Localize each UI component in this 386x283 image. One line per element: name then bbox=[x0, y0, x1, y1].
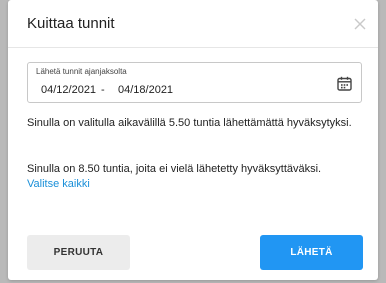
start-date-value[interactable]: 04/12/2021 bbox=[41, 84, 96, 96]
calendar-icon[interactable] bbox=[336, 75, 353, 92]
date-range-label: Lähetä tunnit ajanjaksolta bbox=[36, 67, 127, 76]
dialog-header: Kuittaa tunnit bbox=[8, 0, 378, 48]
submit-hours-dialog: Kuittaa tunnit Lähetä tunnit ajanjaksolt… bbox=[8, 0, 378, 280]
unsent-hours-message: Sinulla on valitulla aikavälillä 5.50 tu… bbox=[27, 117, 352, 129]
close-icon[interactable] bbox=[352, 16, 368, 32]
date-range-field[interactable]: Lähetä tunnit ajanjaksolta 04/12/2021 - … bbox=[27, 62, 362, 103]
send-button[interactable]: LÄHETÄ bbox=[260, 235, 363, 270]
end-date-value[interactable]: 04/18/2021 bbox=[118, 84, 173, 96]
dialog-title: Kuittaa tunnit bbox=[27, 15, 115, 32]
cancel-button[interactable]: PERUUTA bbox=[27, 235, 130, 270]
date-separator: - bbox=[101, 84, 105, 96]
pending-hours-message: Sinulla on 8.50 tuntia, joita ei vielä l… bbox=[27, 163, 322, 175]
select-all-link[interactable]: Valitse kaikki bbox=[27, 177, 90, 192]
